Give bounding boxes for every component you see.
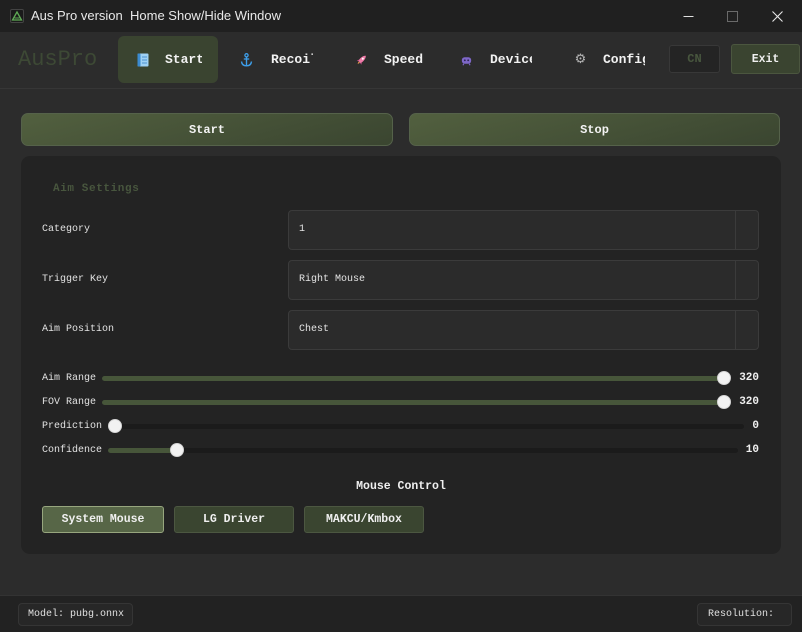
minimize-icon <box>683 15 693 17</box>
fov-range-row: FOV Range 320 <box>42 392 759 412</box>
maximize-icon <box>726 10 738 22</box>
slider-handle[interactable] <box>717 371 732 385</box>
slider-fill <box>102 399 725 405</box>
confidence-row: Confidence 10 <box>42 440 759 460</box>
title-bar[interactable]: Aus Pro version Home Show/Hide Window <box>0 0 802 32</box>
slider-value: 10 <box>745 444 759 456</box>
field-value: Right Mouse <box>299 274 366 285</box>
slider-label: FOV Range <box>42 396 97 408</box>
slider-label: Aim Range <box>42 372 97 384</box>
minimize-button[interactable] <box>666 0 710 32</box>
tab-start[interactable]: Start <box>118 36 218 83</box>
document-icon <box>136 53 149 67</box>
dropdown-divider <box>735 311 736 349</box>
stop-button[interactable]: Stop <box>409 113 780 146</box>
gear-icon: ⚙ <box>574 52 587 67</box>
slider-label: Prediction <box>42 420 103 432</box>
lg-driver-button[interactable]: LG Driver <box>174 506 294 533</box>
aim-range-row: Aim Range 320 <box>42 368 759 388</box>
close-icon <box>771 10 783 22</box>
tab-speed[interactable]: Speed <box>337 36 437 83</box>
tab-label: Device <box>490 52 532 67</box>
slider-value: 320 <box>739 396 759 408</box>
resolution-status: Resolution: <box>697 603 792 626</box>
fov-range-slider[interactable] <box>102 395 732 409</box>
dropdown-divider <box>735 211 736 249</box>
field-label: Aim Position <box>42 324 115 335</box>
prediction-row: Prediction 0 <box>42 416 759 436</box>
tab-recoil[interactable]: Recoil <box>222 36 322 83</box>
slider-fill <box>108 447 177 453</box>
game-icon <box>460 53 473 67</box>
status-bar: Model: pubg.onnx Resolution: <box>0 595 802 632</box>
aim-position-select[interactable]: Chest <box>288 310 759 350</box>
app-logo-text: AusPro <box>18 47 98 72</box>
aim-settings-panel: Aim Settings Category 1 Trigger Key Righ… <box>21 156 781 554</box>
anchor-icon <box>240 53 253 67</box>
slider-handle[interactable] <box>108 419 123 433</box>
field-label: Trigger Key <box>42 274 109 285</box>
app-logo-icon <box>10 9 24 23</box>
slider-groove <box>108 447 738 453</box>
start-button[interactable]: Start <box>21 113 393 146</box>
nav-header: AusPro Start Recoil <box>0 32 802 89</box>
category-row: Category 1 <box>42 210 759 250</box>
field-value: Chest <box>299 324 330 335</box>
slider-value: 0 <box>752 420 759 432</box>
window-title: Aus Pro version <box>31 8 123 23</box>
close-button[interactable] <box>755 0 799 32</box>
tab-label: Config <box>603 52 645 67</box>
field-label: Category <box>42 224 91 235</box>
slider-value: 320 <box>739 372 759 384</box>
category-select[interactable]: 1 <box>288 210 759 250</box>
slider-fill <box>102 375 725 381</box>
system-mouse-button[interactable]: System Mouse <box>42 506 164 533</box>
trigger-key-row: Trigger Key Right Mouse <box>42 260 759 300</box>
field-value: 1 <box>299 224 306 235</box>
trigger-key-select[interactable]: Right Mouse <box>288 260 759 300</box>
tab-label: Recoil <box>271 52 313 67</box>
tab-device[interactable]: Device <box>442 36 542 83</box>
tab-label: Start <box>165 52 202 67</box>
tab-config[interactable]: ⚙ Config <box>556 36 656 83</box>
mouse-control-title: Mouse Control <box>356 480 446 493</box>
makcu-kmbox-button[interactable]: MAKCU/Kmbox <box>304 506 424 533</box>
slider-handle[interactable] <box>717 395 732 409</box>
confidence-slider[interactable] <box>108 443 738 457</box>
slider-label: Confidence <box>42 444 103 456</box>
aim-position-row: Aim Position Chest <box>42 310 759 350</box>
aim-range-slider[interactable] <box>102 371 732 385</box>
show-hide-window-hint: Home Show/Hide Window <box>130 8 282 23</box>
slider-groove <box>108 423 745 429</box>
rocket-icon <box>355 53 368 67</box>
tab-label: Speed <box>384 52 424 67</box>
section-title: Aim Settings <box>53 183 140 195</box>
slider-handle[interactable] <box>169 443 184 457</box>
language-button[interactable]: CN <box>669 45 720 73</box>
maximize-button[interactable] <box>710 0 754 32</box>
dropdown-divider <box>735 261 736 299</box>
model-status: Model: pubg.onnx <box>18 603 133 626</box>
exit-button[interactable]: Exit <box>731 44 800 74</box>
prediction-slider[interactable] <box>108 419 745 433</box>
